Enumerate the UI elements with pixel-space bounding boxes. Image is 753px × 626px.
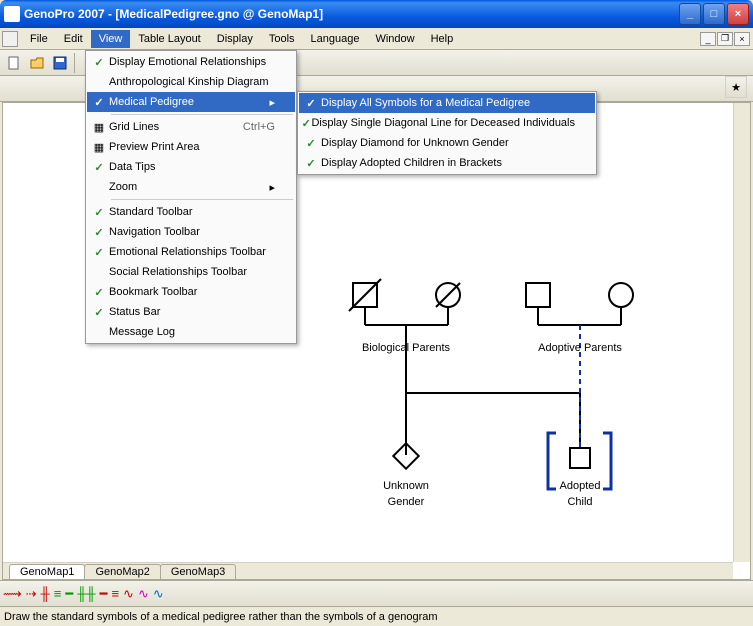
menuitem-message-log[interactable]: Message Log bbox=[87, 322, 295, 342]
menuitem-standard-toolbar[interactable]: ✓Standard Toolbar bbox=[87, 202, 295, 222]
menu-window[interactable]: Window bbox=[367, 30, 422, 48]
menu-table-layout[interactable]: Table Layout bbox=[130, 30, 208, 48]
menuitem-zoom[interactable]: Zoom▸ bbox=[87, 177, 295, 197]
emotional-toolbar: ⟿ ⇢ ╫ ≡ ━ ╫╫ ━ ≡ ∿ ∿ ∿ bbox=[0, 580, 753, 606]
window-buttons: _ □ × bbox=[679, 3, 749, 25]
label-unknown-1: Unknown bbox=[383, 480, 429, 492]
label-biological-parents: Biological Parents bbox=[362, 342, 451, 354]
new-button[interactable] bbox=[3, 52, 25, 74]
label-adopted-2: Child bbox=[567, 496, 592, 508]
menuitem-grid-lines[interactable]: ▦Grid LinesCtrl+G bbox=[87, 117, 295, 137]
menuitem-status-bar[interactable]: ✓Status Bar bbox=[87, 302, 295, 322]
tab-genomap1[interactable]: GenoMap1 bbox=[9, 564, 85, 579]
emo-icon[interactable]: ━ bbox=[100, 586, 108, 602]
menu-language[interactable]: Language bbox=[303, 30, 368, 48]
emo-icon[interactable]: ≡ bbox=[111, 586, 119, 601]
menuitem-navigation-toolbar[interactable]: ✓Navigation Toolbar bbox=[87, 222, 295, 242]
emo-icon[interactable]: ∿ bbox=[123, 586, 134, 602]
emo-icon[interactable]: ╫╫ bbox=[77, 586, 95, 601]
status-text: Draw the standard symbols of a medical p… bbox=[4, 611, 438, 623]
close-button[interactable]: × bbox=[727, 3, 749, 25]
open-button[interactable] bbox=[26, 52, 48, 74]
menuitem-preview-print-area[interactable]: ▦Preview Print Area bbox=[87, 137, 295, 157]
menuitem-social-relationships-toolbar[interactable]: Social Relationships Toolbar bbox=[87, 262, 295, 282]
label-unknown-2: Gender bbox=[388, 496, 425, 508]
emo-icon[interactable]: ∿ bbox=[138, 586, 149, 602]
menuitem-display-single-diagonal-line-for-deceased-individuals[interactable]: ✓Display Single Diagonal Line for Deceas… bbox=[299, 113, 595, 133]
vertical-scrollbar[interactable] bbox=[733, 103, 750, 562]
menuitem-bookmark-toolbar[interactable]: ✓Bookmark Toolbar bbox=[87, 282, 295, 302]
bookmark-button[interactable]: ★ bbox=[725, 76, 747, 98]
save-button[interactable] bbox=[49, 52, 71, 74]
menuitem-emotional-relationships-toolbar[interactable]: ✓Emotional Relationships Toolbar bbox=[87, 242, 295, 262]
emo-icon[interactable]: ━ bbox=[65, 586, 73, 602]
mdi-close-button[interactable]: × bbox=[734, 32, 750, 46]
app-icon bbox=[4, 6, 20, 22]
mdi-restore-button[interactable]: ❐ bbox=[717, 32, 733, 46]
mdi-window-buttons: _ ❐ × bbox=[700, 32, 753, 46]
mdi-minimize-button[interactable]: _ bbox=[700, 32, 716, 46]
menuitem-display-all-symbols-for-a-medical-pedigree[interactable]: ✓Display All Symbols for a Medical Pedig… bbox=[299, 93, 595, 113]
menuitem-medical-pedigree[interactable]: ✓Medical Pedigree▸ bbox=[87, 92, 295, 112]
horizontal-scrollbar[interactable]: GenoMap1GenoMap2GenoMap3 bbox=[3, 562, 733, 579]
menuitem-data-tips[interactable]: ✓Data Tips bbox=[87, 157, 295, 177]
tab-genomap3[interactable]: GenoMap3 bbox=[160, 564, 236, 579]
menuitem-display-diamond-for-unknown-gender[interactable]: ✓Display Diamond for Unknown Gender bbox=[299, 133, 595, 153]
statusbar: Draw the standard symbols of a medical p… bbox=[0, 606, 753, 626]
menu-edit[interactable]: Edit bbox=[56, 30, 91, 48]
bookmark-toolbar: ★ bbox=[725, 76, 749, 98]
label-adoptive-parents: Adoptive Parents bbox=[538, 342, 622, 354]
menu-display[interactable]: Display bbox=[209, 30, 261, 48]
menu-file[interactable]: File bbox=[22, 30, 56, 48]
medical-pedigree-submenu: ✓Display All Symbols for a Medical Pedig… bbox=[297, 91, 597, 175]
maximize-button[interactable]: □ bbox=[703, 3, 725, 25]
emo-icon[interactable]: ╫ bbox=[41, 586, 50, 601]
mdi-icon bbox=[2, 31, 18, 47]
emo-icon[interactable]: ⇢ bbox=[26, 586, 37, 602]
emo-icon[interactable]: ∿ bbox=[153, 586, 164, 602]
emo-icon[interactable]: ≡ bbox=[54, 586, 62, 601]
menu-help[interactable]: Help bbox=[423, 30, 462, 48]
tab-genomap2[interactable]: GenoMap2 bbox=[84, 564, 160, 579]
emo-icon[interactable]: ⟿ bbox=[3, 586, 22, 602]
menuitem-display-adopted-children-in-brackets[interactable]: ✓Display Adopted Children in Brackets bbox=[299, 153, 595, 173]
minimize-button[interactable]: _ bbox=[679, 3, 701, 25]
menu-tools[interactable]: Tools bbox=[261, 30, 303, 48]
label-adopted-1: Adopted bbox=[560, 480, 601, 492]
menubar: FileEditViewTable LayoutDisplayToolsLang… bbox=[0, 28, 753, 50]
titlebar: GenoPro 2007 - [MedicalPedigree.gno @ Ge… bbox=[0, 0, 753, 28]
view-menu: ✓Display Emotional RelationshipsAnthropo… bbox=[85, 50, 297, 344]
menuitem-display-emotional-relationships[interactable]: ✓Display Emotional Relationships bbox=[87, 52, 295, 72]
menuitem-anthropological-kinship-diagram[interactable]: Anthropological Kinship Diagram bbox=[87, 72, 295, 92]
menu-view[interactable]: View bbox=[91, 30, 131, 48]
window-title: GenoPro 2007 - [MedicalPedigree.gno @ Ge… bbox=[24, 7, 679, 21]
